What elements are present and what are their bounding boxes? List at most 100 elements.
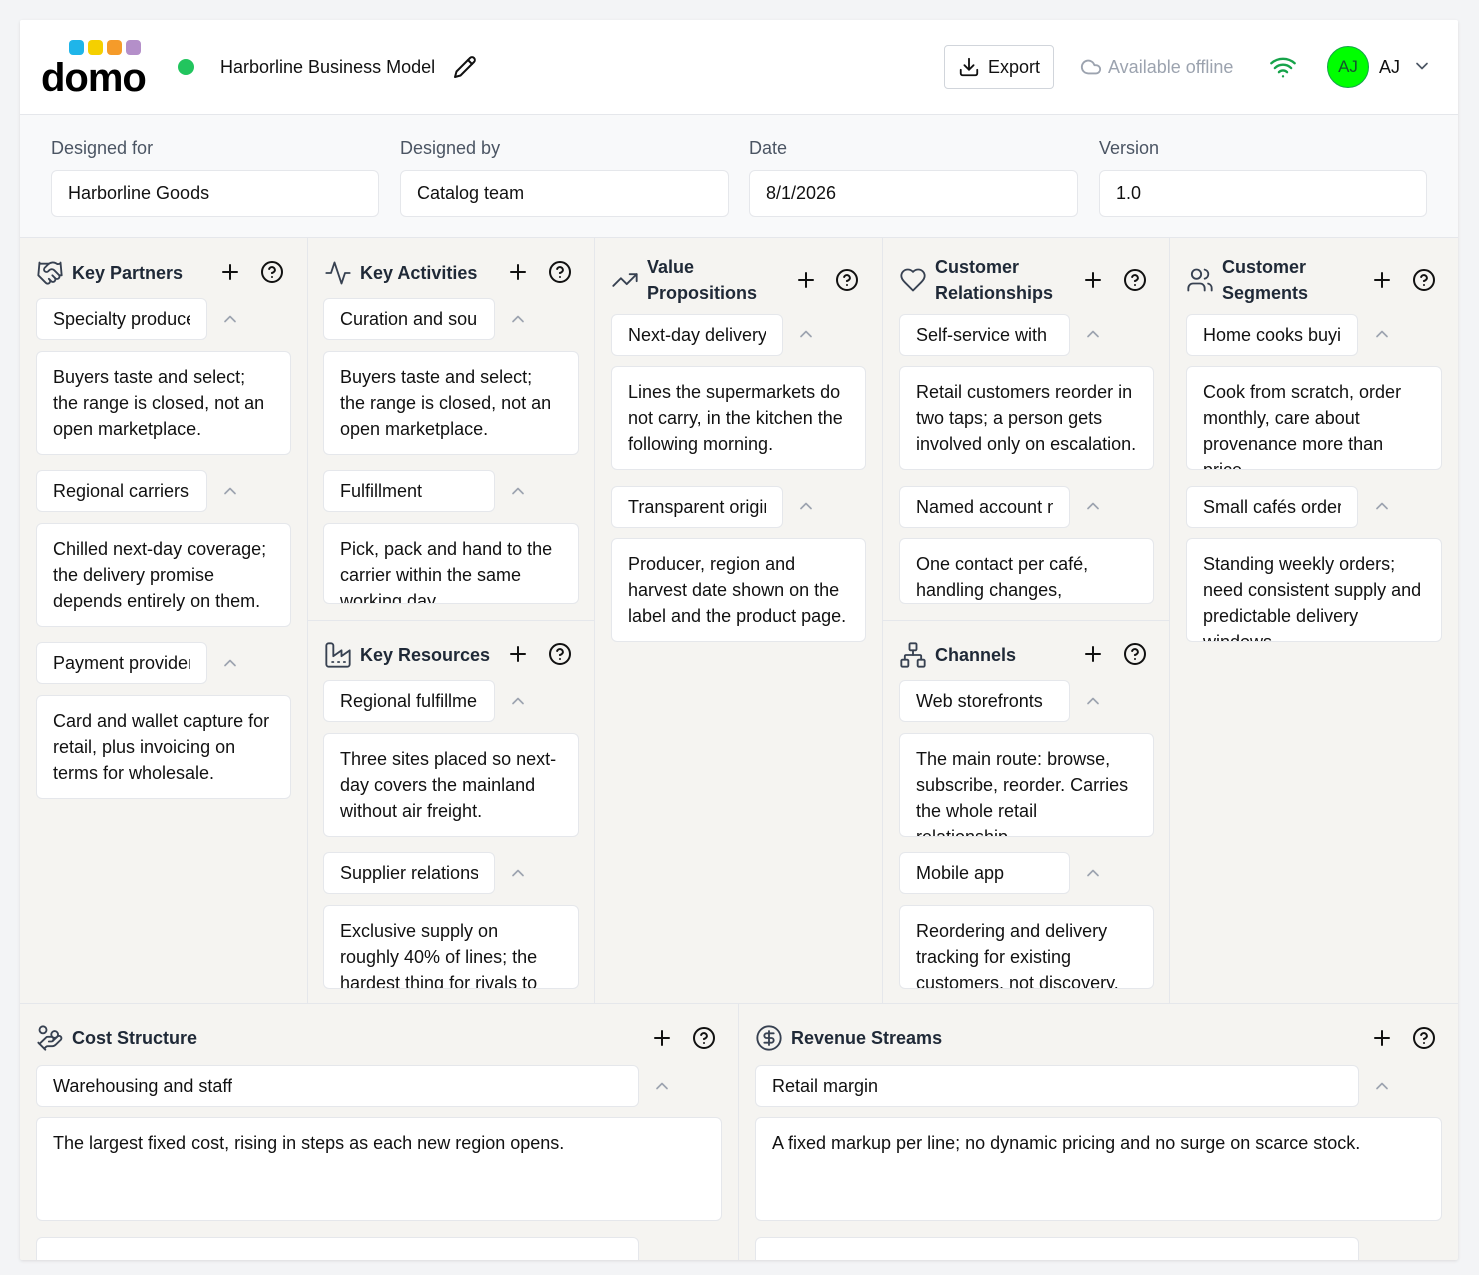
key-partners-item-2-body[interactable]: Chilled next-day coverage; the delivery … (36, 523, 291, 627)
channels-header: Channels (899, 641, 1153, 669)
network-icon (899, 641, 927, 669)
version-label: Version (1099, 138, 1160, 158)
plus-icon[interactable] (506, 642, 530, 666)
pencil-icon[interactable] (453, 55, 477, 79)
help-circle-icon[interactable] (260, 260, 284, 284)
value-propositions-item-1-title[interactable]: Next-day delivery (611, 314, 783, 356)
customer-segments-item-1-title[interactable]: Home cooks buying (1186, 314, 1358, 356)
chevron-up-icon[interactable] (1083, 496, 1103, 516)
customer-segments-item-1-body[interactable]: Cook from scratch, order monthly, care a… (1186, 366, 1442, 470)
chevron-up-icon[interactable] (796, 496, 816, 516)
logo-square-orange (107, 40, 122, 55)
channels-title: Channels (935, 645, 1017, 665)
designed-for-input[interactable]: Harborline Goods (51, 170, 379, 217)
plus-icon[interactable] (506, 260, 530, 284)
key-partners-item-1-title[interactable]: Specialty producers (36, 298, 207, 340)
key-partners-item-3-body[interactable]: Card and wallet capture for retail, plus… (36, 695, 291, 799)
customer-segments-item-2-title[interactable]: Small cafés ordering (1186, 486, 1358, 528)
help-circle-icon[interactable] (548, 260, 572, 284)
chevron-up-icon[interactable] (1372, 496, 1392, 516)
customer-relationships-item-1-body[interactable]: Retail customers reorder in two taps; a … (899, 366, 1154, 470)
chevron-up-icon[interactable] (1083, 863, 1103, 883)
designed-by-input[interactable]: Catalog team (400, 170, 729, 217)
version-input[interactable]: 1.0 (1099, 170, 1427, 217)
plus-icon[interactable] (218, 260, 242, 284)
dollar-circle-icon (755, 1024, 783, 1052)
value-propositions-item-1-body[interactable]: Lines the supermarkets do not carry, in … (611, 366, 866, 470)
key-resources-item-2-title[interactable]: Supplier relationships (323, 852, 495, 894)
channels-item-1-body[interactable]: The main route: browse, subscribe, reord… (899, 733, 1154, 837)
key-activities-title: Key Activities (360, 263, 478, 283)
key-partners-item-1-body[interactable]: Buyers taste and select; the range is cl… (36, 351, 291, 455)
plus-icon[interactable] (794, 268, 818, 292)
key-partners-item-3-title[interactable]: Payment providers (36, 642, 207, 684)
chevron-up-icon[interactable] (652, 1076, 672, 1096)
key-resources-header: Key Resources (324, 641, 578, 669)
value-propositions-header: Value Propositions (611, 254, 866, 306)
help-circle-icon[interactable] (1412, 268, 1436, 292)
avatar[interactable]: AJ (1327, 46, 1369, 88)
plus-icon[interactable] (1081, 642, 1105, 666)
domo-logo[interactable]: domo (41, 40, 151, 98)
help-circle-icon[interactable] (692, 1026, 716, 1050)
chevron-up-icon[interactable] (1372, 324, 1392, 344)
cost-structure-next-item[interactable] (36, 1237, 639, 1260)
chevron-up-icon[interactable] (508, 309, 528, 329)
key-partners-item-2-title[interactable]: Regional carriers (36, 470, 207, 512)
value-propositions-item-2-title[interactable]: Transparent origin (611, 486, 783, 528)
chevron-up-icon[interactable] (1372, 1076, 1392, 1096)
cloud-icon (1080, 56, 1102, 78)
customer-segments-title: Customer Segments (1222, 257, 1309, 303)
revenue-streams-item-1-title[interactable]: Retail margin (755, 1065, 1359, 1107)
key-activities-item-2-body[interactable]: Pick, pack and hand to the carrier withi… (323, 523, 579, 604)
chevron-up-icon[interactable] (1083, 324, 1103, 344)
channels-item-2-body[interactable]: Reordering and delivery tracking for exi… (899, 905, 1154, 989)
offline-status: Available offline (1080, 56, 1233, 78)
chevron-up-icon[interactable] (220, 309, 240, 329)
revenue-streams-next-item[interactable] (755, 1237, 1359, 1260)
channels-item-2-title[interactable]: Mobile app (899, 852, 1070, 894)
export-button[interactable]: Export (944, 45, 1054, 89)
customer-relationships-item-2-body[interactable]: One contact per café, handling changes, … (899, 538, 1154, 604)
value-propositions-item-2-body[interactable]: Producer, region and harvest date shown … (611, 538, 866, 642)
key-partners-block: Key Partners Specialty producers Buyers … (20, 238, 308, 1003)
key-partners-title: Key Partners (72, 263, 184, 283)
user-name[interactable]: AJ (1379, 57, 1400, 78)
channels-item-1-title[interactable]: Web storefronts (899, 680, 1070, 722)
revenue-streams-item-1-body[interactable]: A fixed markup per line; no dynamic pric… (755, 1117, 1442, 1221)
plus-icon[interactable] (1081, 268, 1105, 292)
help-circle-icon[interactable] (835, 268, 859, 292)
help-circle-icon[interactable] (1123, 642, 1147, 666)
chevron-up-icon[interactable] (220, 481, 240, 501)
key-activities-item-2-title[interactable]: Fulfillment (323, 470, 495, 512)
chevron-up-icon[interactable] (508, 691, 528, 711)
key-resources-item-1-body[interactable]: Three sites placed so next-day covers th… (323, 733, 579, 837)
customer-relationships-item-1-title[interactable]: Self-service with (899, 314, 1070, 356)
chevron-up-icon[interactable] (796, 324, 816, 344)
help-circle-icon[interactable] (1123, 268, 1147, 292)
plus-icon[interactable] (1370, 268, 1394, 292)
key-activities-item-1-body[interactable]: Buyers taste and select; the range is cl… (323, 351, 579, 455)
chevron-up-icon[interactable] (1083, 691, 1103, 711)
plus-icon[interactable] (650, 1026, 674, 1050)
date-input[interactable]: 8/1/2026 (749, 170, 1078, 217)
help-circle-icon[interactable] (548, 642, 572, 666)
key-resources-item-2-body[interactable]: Exclusive supply on roughly 40% of lines… (323, 905, 579, 989)
chevron-up-icon[interactable] (508, 481, 528, 501)
help-circle-icon[interactable] (1412, 1026, 1436, 1050)
cost-structure-item-1-title[interactable]: Warehousing and staff (36, 1065, 639, 1107)
cost-structure-item-1-body[interactable]: The largest fixed cost, rising in steps … (36, 1117, 722, 1221)
activity-icon (324, 259, 352, 287)
customer-relationships-item-2-title[interactable]: Named account manager (899, 486, 1070, 528)
customer-relationships-section: Customer Relationships Self-service with… (883, 238, 1169, 620)
chevron-up-icon[interactable] (508, 863, 528, 883)
chevron-down-icon[interactable] (1412, 56, 1432, 76)
key-partners-section: Key Partners Specialty producers Buyers … (20, 238, 307, 1003)
customer-segments-item-2-body[interactable]: Standing weekly orders; need consistent … (1186, 538, 1442, 642)
key-resources-item-1-title[interactable]: Regional fulfillment (323, 680, 495, 722)
plus-icon[interactable] (1370, 1026, 1394, 1050)
handshake-icon (36, 259, 64, 287)
key-activities-item-1-title[interactable]: Curation and sourcing (323, 298, 495, 340)
chevron-up-icon[interactable] (220, 653, 240, 673)
logo-square-blue (69, 40, 84, 55)
